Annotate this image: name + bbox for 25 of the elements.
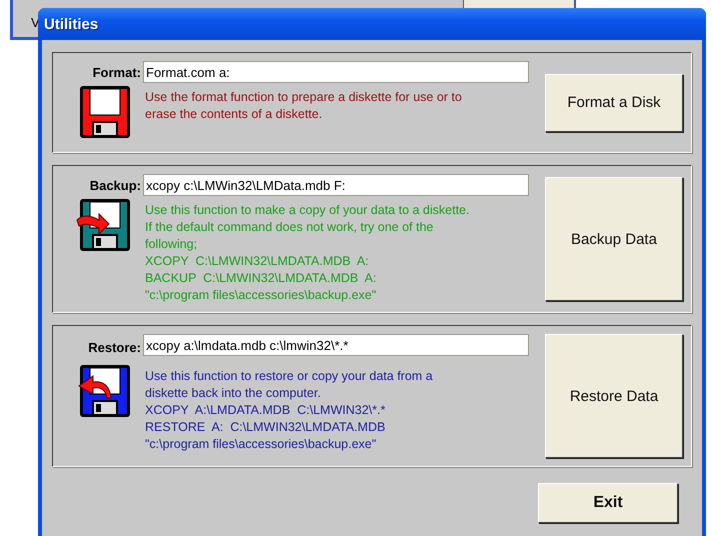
description-text: following; bbox=[145, 236, 198, 253]
description-text: Use the format function to prepare a diskette for use or to bbox=[145, 89, 463, 106]
floppy-disk-arrow-icon bbox=[75, 198, 131, 252]
exit-button[interactable]: Exit bbox=[538, 483, 678, 523]
field-label: Restore: bbox=[88, 340, 141, 356]
description-text: "c:\program files\accessories\backup.exe" bbox=[145, 287, 378, 304]
command-field[interactable]: Format.com a: bbox=[143, 61, 529, 83]
window-title: Utilities bbox=[44, 16, 98, 32]
command-field[interactable]: xcopy c:\LMWin32\LMData.mdb F: bbox=[143, 174, 529, 196]
description-text: diskette back into the computer. bbox=[145, 384, 322, 402]
description-text: Use this function to make a copy of your data to a diskette. bbox=[145, 202, 470, 219]
field-label: Backup: bbox=[90, 178, 141, 192]
description-text: If the default command does not work, try one of the bbox=[145, 219, 434, 236]
description-text: BACKUP C:\LMWIN32\LMDATA.MDB A: bbox=[145, 270, 378, 287]
description-text: XCOPY A:\LMDATA.MDB C:\LMWIN32\*.* bbox=[145, 402, 386, 418]
description-text: erase the contents of a diskette. bbox=[145, 106, 324, 123]
action-button[interactable]: Format a Disk bbox=[545, 74, 683, 132]
description-text: RESTORE A: C:\LMWIN32\LMDATA.MDB bbox=[145, 418, 386, 436]
command-field[interactable]: xcopy a:\lmdata.mdb c:\lmwin32\*.* bbox=[143, 334, 529, 356]
description-text: "c:\program files\accessories\backup.exe" bbox=[145, 436, 378, 452]
action-button[interactable]: Restore Data bbox=[545, 334, 683, 458]
description-text: Use this function to restore or copy your data from a bbox=[145, 368, 434, 384]
description-text: XCOPY C:\LMWIN32\LMDATA.MDB A: bbox=[145, 253, 370, 270]
action-button[interactable]: Backup Data bbox=[545, 177, 683, 301]
field-label: Format: bbox=[92, 64, 141, 80]
